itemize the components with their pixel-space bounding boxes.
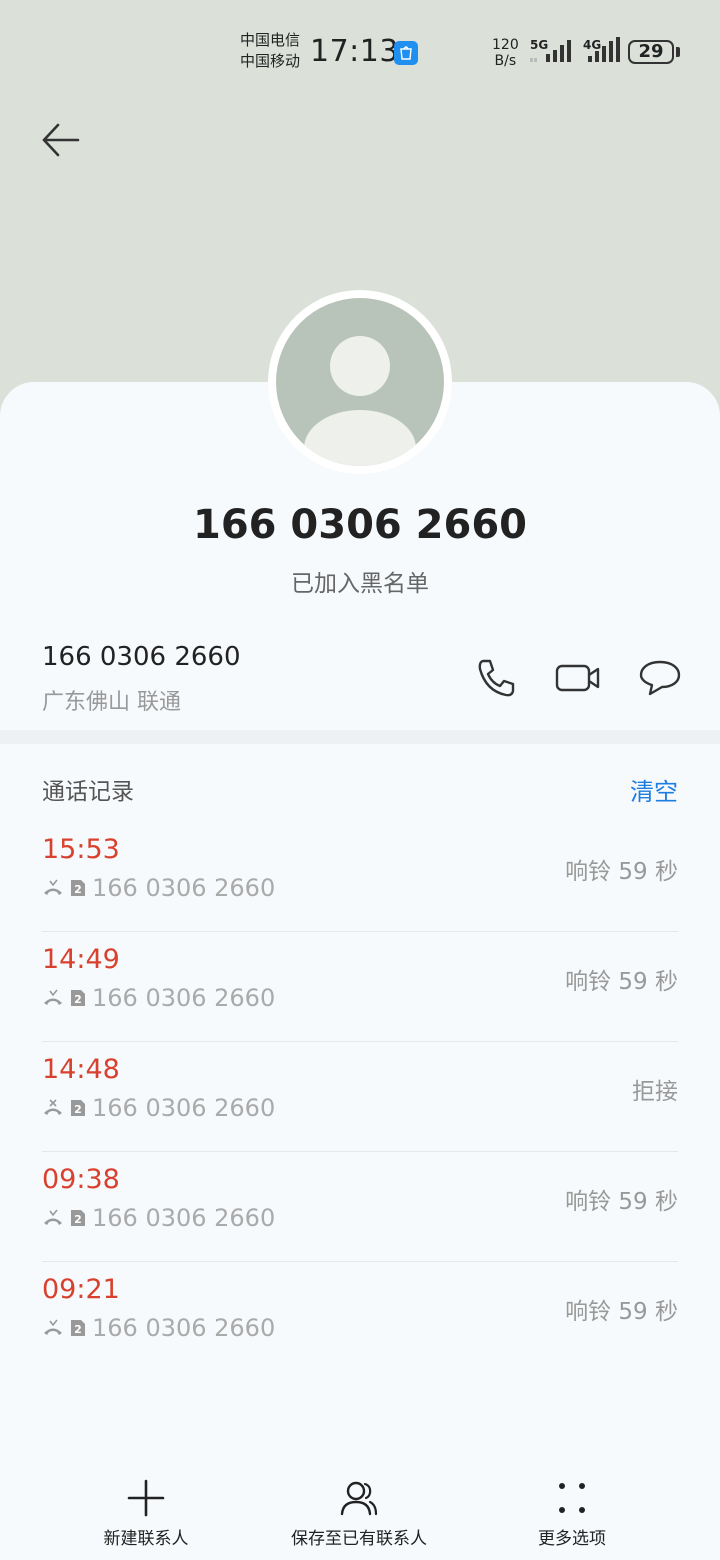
section-divider (0, 730, 720, 744)
save-to-existing-contact-button[interactable]: 保存至已有联系人 (259, 1478, 459, 1549)
phone-number: 166 0306 2660 (42, 642, 241, 672)
battery-indicator: 29 (628, 40, 674, 64)
video-call-button[interactable] (554, 654, 602, 702)
dots-grid-icon (559, 1483, 585, 1513)
call-number: 166 0306 2660 (92, 874, 276, 902)
call-number: 166 0306 2660 (92, 1204, 276, 1232)
more-options-label: 更多选项 (538, 1529, 606, 1549)
call-status: 拒接 (632, 1079, 678, 1105)
svg-text:2: 2 (74, 883, 82, 896)
phone-number-row[interactable]: 166 0306 2660 广东佛山 联通 (0, 630, 720, 730)
plus-icon (127, 1479, 165, 1517)
call-status: 响铃 59 秒 (565, 969, 678, 995)
call-time: 14:48 (42, 1054, 120, 1085)
arrow-left-icon (42, 123, 80, 157)
sim-2-icon: 2 (71, 880, 85, 896)
call-log-item[interactable]: 09:21 2 166 0306 2660 响铃 59 秒 (0, 1262, 720, 1372)
call-time: 09:21 (42, 1274, 120, 1305)
contact-avatar (268, 290, 452, 474)
sim-2-icon: 2 (71, 1100, 85, 1116)
blocked-call-icon (44, 1209, 62, 1225)
more-options-button[interactable]: 更多选项 (472, 1478, 672, 1549)
signal-strength-1-icon (530, 40, 571, 62)
call-log-item[interactable]: 09:38 2 166 0306 2660 响铃 59 秒 (0, 1152, 720, 1262)
save-to-existing-label: 保存至已有联系人 (291, 1529, 427, 1549)
call-log-title: 通话记录 (42, 779, 134, 805)
svg-text:2: 2 (74, 1213, 82, 1226)
blocked-call-icon (44, 989, 62, 1005)
call-number: 166 0306 2660 (92, 1314, 276, 1342)
carrier-2: 中国移动 (240, 52, 301, 70)
call-number: 166 0306 2660 (92, 1094, 276, 1122)
blocked-call-icon (44, 879, 62, 895)
sim-2-icon: 2 (71, 1320, 85, 1336)
call-number: 166 0306 2660 (92, 984, 276, 1012)
sim-2-icon: 2 (71, 990, 85, 1006)
contact-number-title: 166 0306 2660 (192, 502, 527, 548)
call-time: 15:53 (42, 834, 120, 865)
message-button[interactable] (636, 654, 684, 702)
blacklist-status: 已加入黑名单 (291, 571, 429, 597)
svg-text:2: 2 (74, 993, 82, 1006)
person-placeholder-icon (304, 336, 416, 466)
contacts-icon (340, 1481, 378, 1516)
new-contact-button[interactable]: 新建联系人 (46, 1478, 246, 1549)
call-status: 响铃 59 秒 (565, 859, 678, 885)
call-button[interactable] (472, 654, 520, 702)
rejected-call-icon (44, 1099, 62, 1115)
status-time: 17:13 (310, 34, 399, 69)
carrier-names: 中国电信 中国移动 (240, 30, 300, 72)
svg-text:2: 2 (74, 1323, 82, 1336)
new-contact-label: 新建联系人 (103, 1529, 189, 1549)
carrier-1: 中国电信 (240, 31, 301, 49)
phone-icon (478, 659, 515, 697)
app-notification-icon (394, 41, 418, 65)
call-status: 响铃 59 秒 (565, 1299, 678, 1325)
call-log-item[interactable]: 14:49 2 166 0306 2660 响铃 59 秒 (0, 932, 720, 1042)
call-log-item[interactable]: 15:53 2 166 0306 2660 响铃 59 秒 (0, 822, 720, 932)
phone-location: 广东佛山 联通 (42, 690, 181, 715)
contact-detail-page: 中国电信 中国移动 17:13 120 B/s 5G 4G 29 166 030… (0, 0, 720, 1560)
battery-tip (676, 47, 680, 57)
call-time: 09:38 (42, 1164, 120, 1195)
bottom-action-bar: 新建联系人 保存至已有联系人 更多选项 (0, 1470, 720, 1560)
call-time: 14:49 (42, 944, 120, 975)
sim-2-icon: 2 (71, 1210, 85, 1226)
blocked-call-icon (44, 1319, 62, 1335)
chat-bubble-icon (639, 660, 681, 696)
video-camera-icon (555, 664, 600, 692)
svg-text:2: 2 (74, 1103, 82, 1116)
signal-strength-2-icon (588, 37, 620, 62)
network-speed: 120 B/s (492, 37, 519, 69)
call-log-list: 15:53 2 166 0306 2660 响铃 59 秒 14:49 2 16… (0, 822, 720, 1372)
call-log-item[interactable]: 14:48 2 166 0306 2660 拒接 (0, 1042, 720, 1152)
clear-call-log-button[interactable]: 清空 (630, 772, 678, 807)
status-bar: 中国电信 中国移动 17:13 120 B/s 5G 4G 29 (0, 0, 720, 100)
back-button[interactable] (36, 116, 86, 166)
call-status: 响铃 59 秒 (565, 1189, 678, 1215)
